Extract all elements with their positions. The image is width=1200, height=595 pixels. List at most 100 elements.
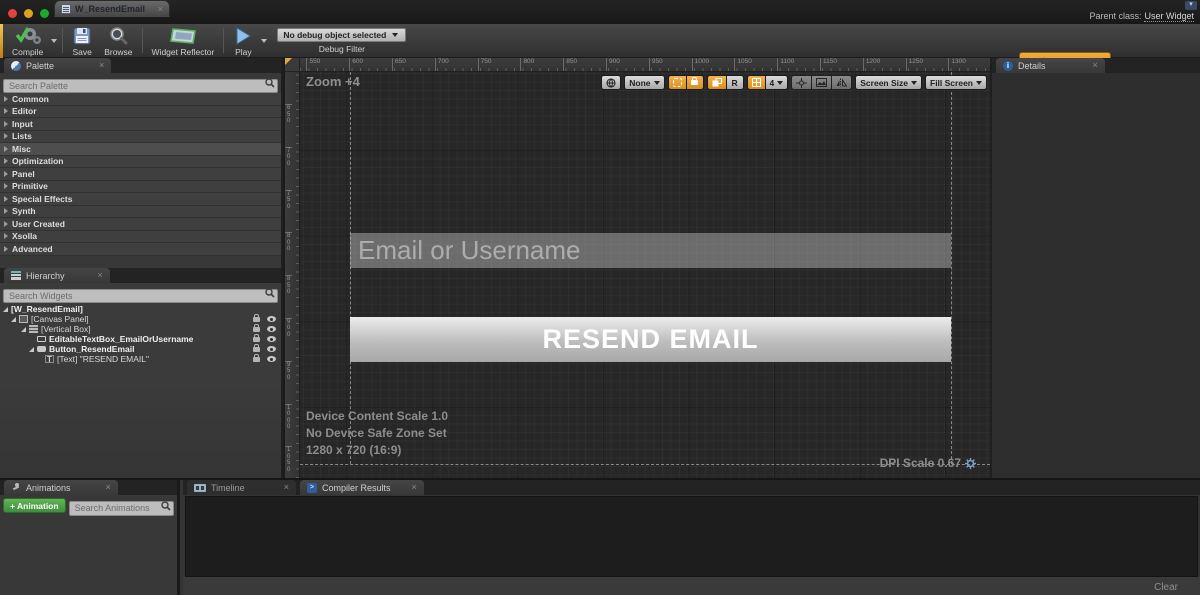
grid-snap-size-dropdown[interactable]: 4 [766,75,789,90]
close-tab-icon[interactable] [158,5,163,14]
lock-icon[interactable] [253,347,260,352]
expand-arrow-icon[interactable] [4,158,8,164]
palette-search-input[interactable] [3,79,278,93]
animations-tab[interactable]: Animations [4,480,118,495]
tree-row-vertical-box[interactable]: [Vertical Box] [0,324,281,334]
palette-category-row[interactable]: Xsolla [0,231,281,244]
expand-arrow-icon[interactable] [4,133,8,139]
palette-category-row[interactable]: Panel [0,168,281,181]
palette-category-row[interactable]: Input [0,118,281,131]
visibility-eye-icon[interactable] [267,346,276,352]
ruler-tick-label: 650 [392,58,435,72]
expand-arrow-icon[interactable] [11,317,16,322]
expand-arrow-icon[interactable] [4,171,8,177]
asset-tab-w-resendemail[interactable]: W_ResendEmail [54,0,170,17]
hierarchy-tab[interactable]: Hierarchy [4,268,110,283]
expand-arrow-icon[interactable] [4,121,8,127]
visibility-eye-icon[interactable] [267,326,276,332]
palette-category-row[interactable]: Optimization [0,156,281,169]
visibility-eye-icon[interactable] [267,356,276,362]
close-compiler-results-icon[interactable] [411,483,416,492]
tree-row-root[interactable]: [W_ResendEmail] [0,304,281,314]
hierarchy-search-input[interactable] [3,289,278,303]
compiler-results-tab[interactable]: > Compiler Results [300,480,424,495]
palette-category-row[interactable]: Advanced [0,243,281,256]
safe-zone-button[interactable] [791,75,812,90]
expand-arrow-icon[interactable] [4,221,8,227]
expand-arrow-icon[interactable] [3,307,8,312]
zoom-window-icon[interactable] [40,9,49,18]
palette-category-row[interactable]: Misc [0,143,281,156]
expand-arrow-icon[interactable] [4,146,8,152]
expand-arrow-icon[interactable] [29,347,34,352]
compile-options-caret-icon[interactable] [51,39,57,43]
respect-locks-toggle[interactable] [707,75,727,90]
palette-category-row[interactable]: User Created [0,218,281,231]
expand-arrow-icon[interactable] [4,233,8,239]
tree-row-canvas-panel[interactable]: [Canvas Panel] [0,314,281,324]
palette-category-row[interactable]: Common [0,93,281,106]
preview-background-button[interactable] [812,75,832,90]
dpi-settings-gear-icon[interactable] [965,458,976,469]
play-options-caret-icon[interactable] [261,39,267,43]
save-button[interactable]: Save [66,24,98,57]
expand-arrow-icon[interactable] [4,246,8,252]
lock-widgets-toggle[interactable] [687,75,704,90]
transform-mode-dropdown[interactable]: None [624,75,664,90]
timeline-tab[interactable]: Timeline [187,480,296,495]
play-button[interactable]: Play [227,24,259,57]
screen-size-dropdown[interactable]: Screen Size [855,75,922,90]
design-viewport[interactable]: Zoom +4 Email or Username RESEND EMAIL D… [300,72,990,478]
expand-arrow-icon[interactable] [4,208,8,214]
add-animation-button[interactable]: + Animation [3,498,66,513]
visibility-eye-icon[interactable] [267,336,276,342]
palette-category-row[interactable]: Lists [0,131,281,144]
traffic-lights[interactable] [8,5,56,23]
transform-mode-value: None [629,78,650,88]
tree-row-editabletextbox[interactable]: EditableTextBox_EmailOrUsername [0,334,281,344]
tree-row-text-resendemail[interactable]: T [Text] "RESEND EMAIL" [0,354,281,364]
palette-tab[interactable]: Palette [4,58,111,73]
expand-arrow-icon[interactable] [21,327,26,332]
visibility-eye-icon[interactable] [267,316,276,322]
preview-editabletextbox-emailorusername[interactable]: Email or Username [350,233,951,268]
animations-search-input[interactable] [69,501,174,516]
fill-screen-dropdown[interactable]: Fill Screen [925,75,987,90]
localization-preview-button[interactable] [601,75,621,90]
minimize-window-icon[interactable] [24,9,33,18]
debug-object-dropdown[interactable]: No debug object selected [277,28,406,42]
browse-button[interactable]: Browse [98,24,138,57]
lock-icon[interactable] [253,327,260,332]
close-window-icon[interactable] [8,9,17,18]
widget-reflector-icon [166,26,200,46]
expand-arrow-icon[interactable] [4,183,8,189]
expand-arrow-icon[interactable] [4,108,8,114]
lock-icon[interactable] [253,357,260,362]
close-palette-icon[interactable] [99,61,104,70]
expand-arrow-icon[interactable] [4,96,8,102]
close-timeline-icon[interactable] [284,483,289,492]
compile-button[interactable]: Compile [6,24,49,57]
palette-category-row[interactable]: Primitive [0,181,281,194]
expand-arrow-icon[interactable] [4,196,8,202]
preview-button-resendemail[interactable]: RESEND EMAIL [350,317,951,362]
palette-category-row[interactable]: Editor [0,106,281,119]
close-animations-icon[interactable] [106,483,111,492]
close-hierarchy-icon[interactable] [98,271,103,280]
tree-row-button-resendemail[interactable]: Button_ResendEmail [0,344,281,354]
details-tab[interactable]: i Details [996,58,1105,73]
grid-snap-toggle[interactable] [747,75,766,90]
parent-class-link[interactable]: User Widget [1144,11,1194,22]
close-details-icon[interactable] [1093,61,1098,70]
clear-button[interactable]: Clear [1154,582,1178,593]
flip-preview-button[interactable] [832,75,852,90]
window-menu-icon[interactable]: ▾ [1185,1,1197,10]
lock-icon[interactable] [253,317,260,322]
lock-icon[interactable] [253,337,260,342]
compiler-results-log[interactable] [185,496,1198,577]
palette-category-row[interactable]: Special Effects [0,193,281,206]
respect-locks-r-button[interactable]: R [727,75,744,90]
show-outlines-toggle[interactable] [668,75,687,90]
palette-category-row[interactable]: Synth [0,206,281,219]
widget-reflector-button[interactable]: Widget Reflector [146,24,221,57]
